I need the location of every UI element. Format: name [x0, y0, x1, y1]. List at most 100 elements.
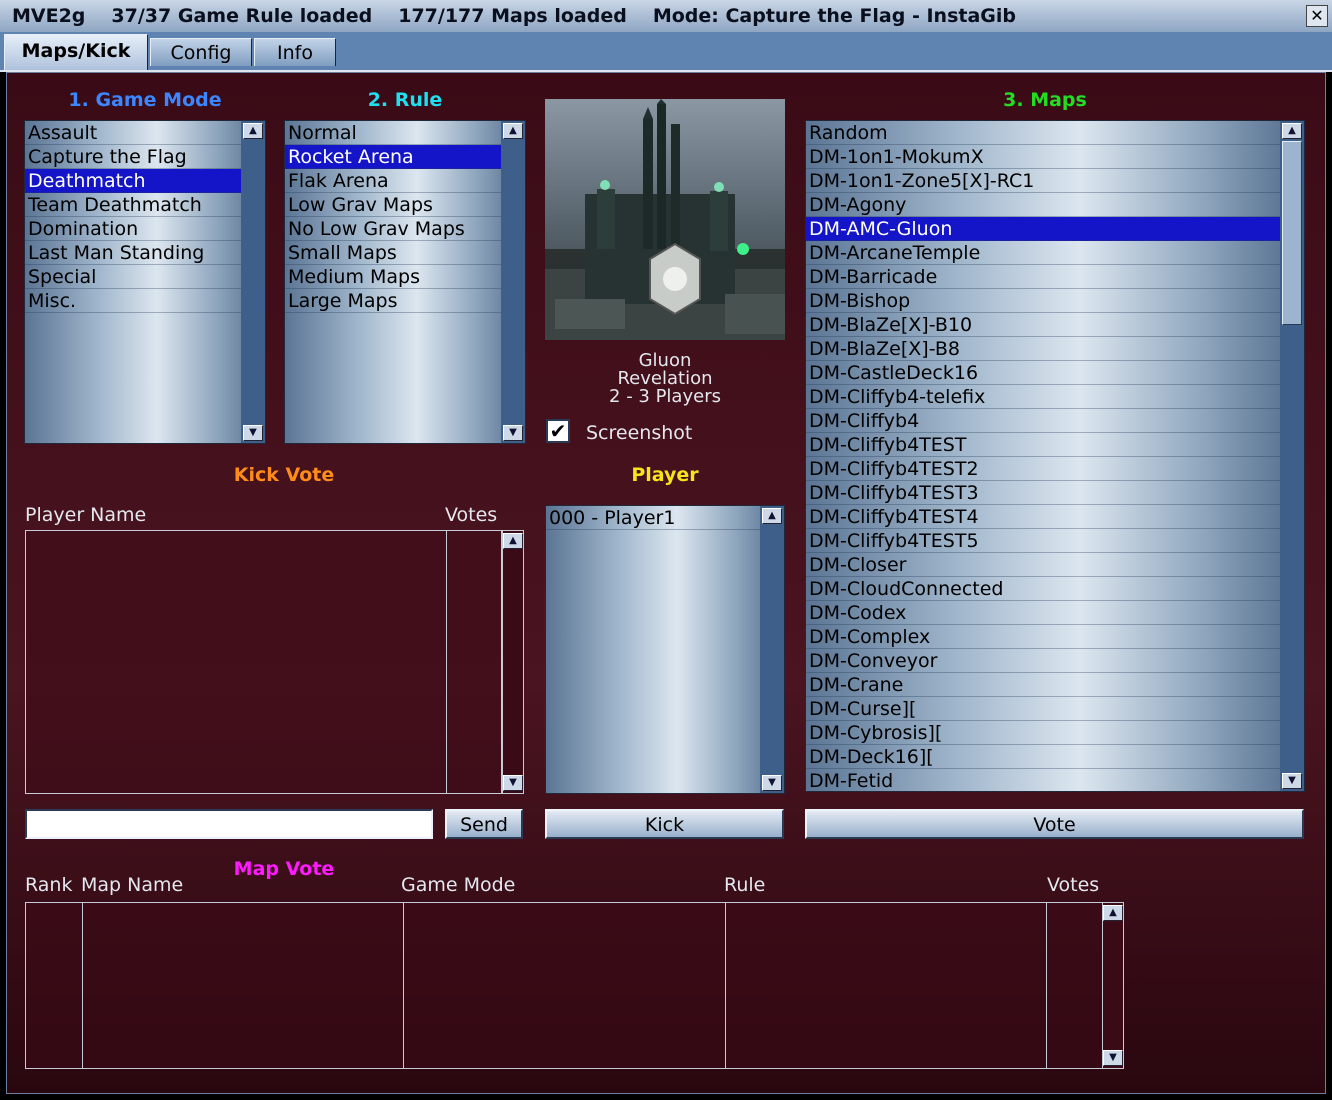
- scroll-up-icon[interactable]: ▲: [503, 533, 523, 549]
- map-item[interactable]: DM-Cliffyb4TEST4: [806, 505, 1280, 529]
- maps-list[interactable]: Random DM-1on1-MokumX DM-1on1-Zone5[X]-RC1…: [805, 120, 1305, 792]
- player-item[interactable]: 000 - Player1: [546, 506, 760, 530]
- map-item[interactable]: DM-Agony: [806, 193, 1280, 217]
- scroll-down-icon[interactable]: ▼: [243, 425, 263, 441]
- screenshot-label: Screenshot: [586, 422, 693, 444]
- rule-item[interactable]: Flak Arena: [285, 169, 501, 193]
- game-mode-heading: 1. Game Mode: [68, 89, 222, 111]
- map-player-count: 2 - 3 Players: [609, 386, 721, 407]
- game-mode-item[interactable]: Capture the Flag: [25, 145, 241, 169]
- map-item[interactable]: DM-ArcaneTemple: [806, 241, 1280, 265]
- rank-column-header: Rank: [25, 874, 73, 896]
- rule-item[interactable]: Small Maps: [285, 241, 501, 265]
- rule-item[interactable]: Normal: [285, 121, 501, 145]
- rule-column-header: Rule: [724, 874, 766, 896]
- rule-scrollbar[interactable]: ▲ ▼: [501, 121, 525, 443]
- maps-scroll-thumb[interactable]: [1282, 141, 1302, 325]
- close-button[interactable]: ✕: [1306, 5, 1328, 27]
- rule-list[interactable]: Normal Rocket Arena Flak Arena Low Grav Map…: [284, 120, 526, 444]
- map-item[interactable]: DM-BlaZe[X]-B10: [806, 313, 1280, 337]
- tab-config[interactable]: Config: [150, 38, 252, 66]
- map-item[interactable]: DM-Closer: [806, 553, 1280, 577]
- mve-window: MVE2g 37/37 Game Rule loaded 177/177 Maps …: [0, 0, 1332, 1100]
- map-vote-heading: Map Vote: [233, 858, 335, 880]
- scroll-down-icon[interactable]: ▼: [762, 775, 782, 791]
- scroll-up-icon[interactable]: ▲: [1282, 123, 1302, 139]
- current-mode-status: Mode: Capture the Flag - InstaGib: [652, 5, 1016, 27]
- send-button[interactable]: Send: [445, 809, 523, 839]
- map-vote-table[interactable]: [25, 902, 1103, 1069]
- maps-heading: 3. Maps: [1003, 89, 1087, 111]
- scroll-down-icon[interactable]: ▼: [503, 775, 523, 791]
- map-item[interactable]: DM-CloudConnected: [806, 577, 1280, 601]
- map-item[interactable]: DM-Cliffyb4TEST3: [806, 481, 1280, 505]
- map-vote-scrollbar[interactable]: ▲ ▼: [1102, 902, 1124, 1069]
- column-divider: [403, 903, 404, 1068]
- rule-item[interactable]: Large Maps: [285, 289, 501, 313]
- map-item[interactable]: DM-Crane: [806, 673, 1280, 697]
- tab-info[interactable]: Info: [254, 38, 336, 66]
- votes-column-header: Votes: [445, 504, 498, 526]
- rule-item[interactable]: Low Grav Maps: [285, 193, 501, 217]
- map-item[interactable]: DM-Curse][: [806, 697, 1280, 721]
- player-list[interactable]: 000 - Player1 ▲ ▼: [545, 505, 785, 794]
- rule-item[interactable]: Medium Maps: [285, 265, 501, 289]
- map-item[interactable]: DM-Cliffyb4-telefix: [806, 385, 1280, 409]
- title-bar: MVE2g 37/37 Game Rule loaded 177/177 Maps …: [0, 0, 1332, 32]
- game-mode-scrollbar[interactable]: ▲ ▼: [241, 121, 265, 443]
- game-mode-item[interactable]: Special: [25, 265, 241, 289]
- game-mode-item[interactable]: Last Man Standing: [25, 241, 241, 265]
- kick-message-input[interactable]: [25, 809, 433, 839]
- column-divider: [82, 903, 83, 1068]
- map-item[interactable]: DM-Barricade: [806, 265, 1280, 289]
- map-item[interactable]: DM-1on1-MokumX: [806, 145, 1280, 169]
- map-item[interactable]: DM-Bishop: [806, 289, 1280, 313]
- scroll-down-icon[interactable]: ▼: [1282, 773, 1302, 789]
- rule-item[interactable]: No Low Grav Maps: [285, 217, 501, 241]
- game-mode-column-header: Game Mode: [401, 874, 516, 896]
- game-mode-item[interactable]: Team Deathmatch: [25, 193, 241, 217]
- map-item[interactable]: DM-Deck16][: [806, 745, 1280, 769]
- player-scrollbar[interactable]: ▲ ▼: [760, 506, 784, 793]
- rule-heading: 2. Rule: [367, 89, 443, 111]
- player-heading: Player: [631, 464, 699, 486]
- vote-button[interactable]: Vote: [805, 809, 1304, 839]
- map-item[interactable]: DM-1on1-Zone5[X]-RC1: [806, 169, 1280, 193]
- map-item[interactable]: DM-Complex: [806, 625, 1280, 649]
- kick-vote-table[interactable]: [25, 530, 502, 794]
- rule-item[interactable]: Rocket Arena: [285, 145, 501, 169]
- map-item[interactable]: DM-Codex: [806, 601, 1280, 625]
- maps-scrollbar[interactable]: ▲ ▼: [1280, 121, 1304, 791]
- map-item[interactable]: DM-Cliffyb4TEST2: [806, 457, 1280, 481]
- scroll-up-icon[interactable]: ▲: [762, 508, 782, 524]
- tab-bar: Maps/Kick Config Info: [0, 32, 1332, 72]
- map-item[interactable]: DM-AMC-Gluon: [806, 217, 1280, 241]
- scroll-up-icon[interactable]: ▲: [503, 123, 523, 139]
- map-item[interactable]: DM-Fetid: [806, 769, 1280, 791]
- player-name-column-header: Player Name: [25, 504, 147, 526]
- map-item[interactable]: DM-Cliffyb4: [806, 409, 1280, 433]
- tab-maps-kick[interactable]: Maps/Kick: [4, 34, 148, 70]
- map-item[interactable]: Random: [806, 121, 1280, 145]
- scroll-up-icon[interactable]: ▲: [243, 123, 263, 139]
- kick-vote-heading: Kick Vote: [233, 464, 335, 486]
- map-item[interactable]: DM-Cliffyb4TEST5: [806, 529, 1280, 553]
- votes-column-header: Votes: [1047, 874, 1100, 896]
- game-mode-item[interactable]: Domination: [25, 217, 241, 241]
- kick-button[interactable]: Kick: [545, 809, 784, 839]
- scroll-down-icon[interactable]: ▼: [1103, 1050, 1123, 1066]
- game-mode-item[interactable]: Assault: [25, 121, 241, 145]
- map-item[interactable]: DM-Cybrosis][: [806, 721, 1280, 745]
- screenshot-checkbox[interactable]: ✔: [546, 419, 570, 443]
- map-item[interactable]: DM-Cliffyb4TEST: [806, 433, 1280, 457]
- map-item[interactable]: DM-Conveyor: [806, 649, 1280, 673]
- map-item[interactable]: DM-CastleDeck16: [806, 361, 1280, 385]
- scroll-down-icon[interactable]: ▼: [503, 425, 523, 441]
- close-icon: ✕: [1310, 6, 1324, 25]
- game-mode-item[interactable]: Misc.: [25, 289, 241, 313]
- game-mode-item[interactable]: Deathmatch: [25, 169, 241, 193]
- scroll-up-icon[interactable]: ▲: [1103, 905, 1123, 921]
- kick-vote-scrollbar[interactable]: ▲ ▼: [502, 530, 524, 794]
- game-mode-list[interactable]: Assault Capture the Flag Deathmatch Team De…: [24, 120, 266, 444]
- map-item[interactable]: DM-BlaZe[X]-B8: [806, 337, 1280, 361]
